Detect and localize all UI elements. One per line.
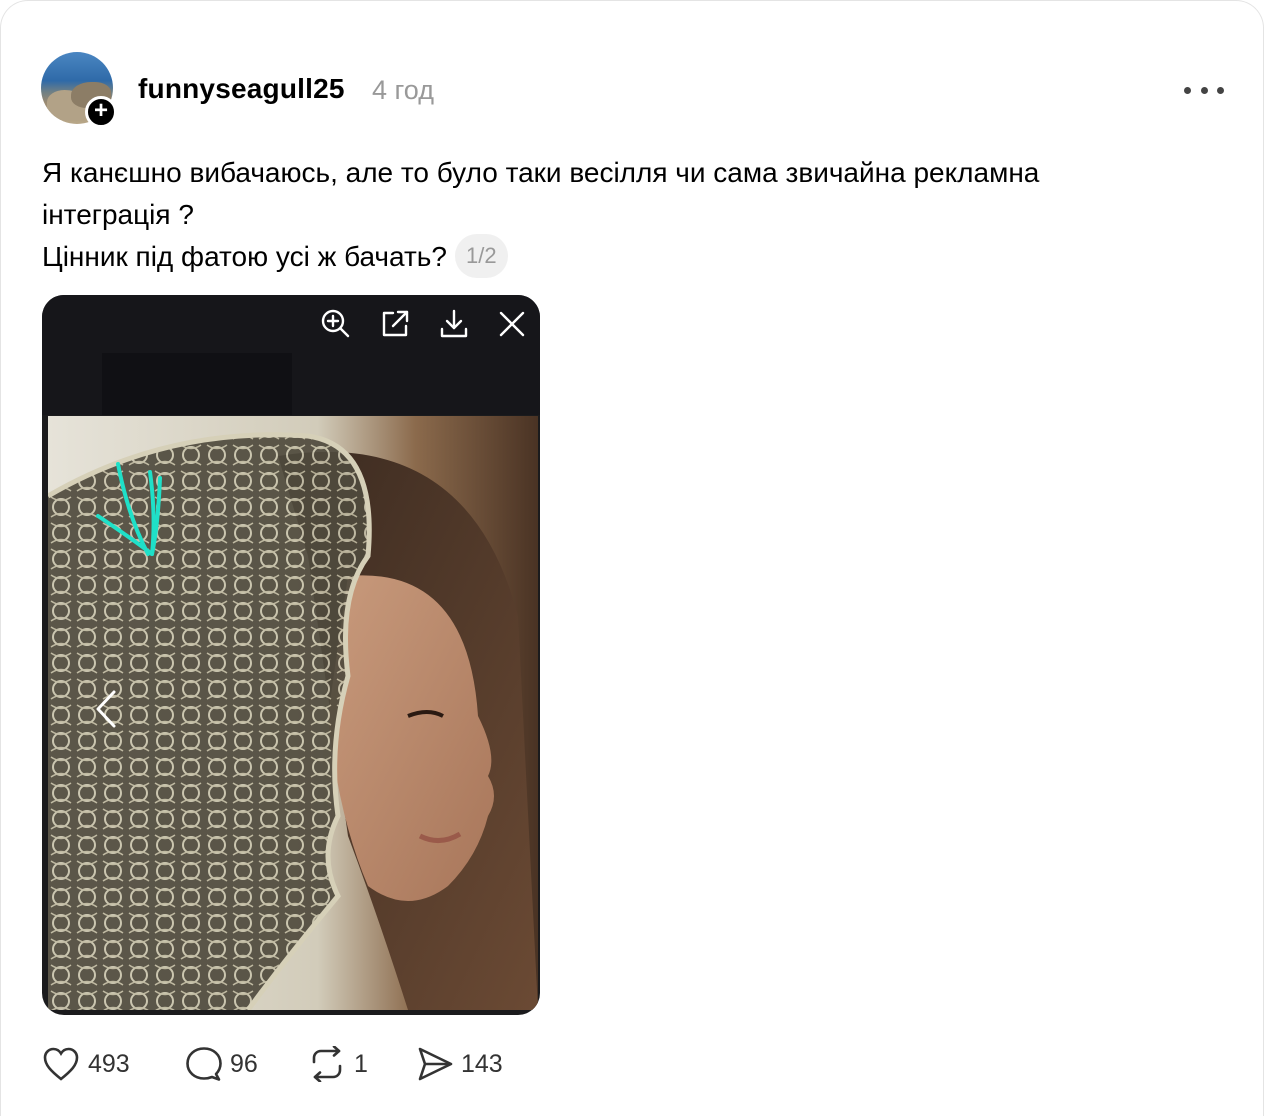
comment-count: 96: [230, 1049, 258, 1078]
repost-icon: [312, 1046, 342, 1082]
chevron-left-icon[interactable]: [94, 689, 118, 729]
zoom-in-icon[interactable]: [319, 307, 353, 341]
repost-button[interactable]: 1: [308, 1045, 368, 1083]
post-text-line: Я канєшно вибачаюсь, але то було таки ве…: [42, 157, 1040, 188]
heart-icon: [43, 1047, 79, 1081]
share-button[interactable]: 143: [417, 1045, 503, 1083]
username[interactable]: funnyseagull25: [138, 73, 345, 105]
open-external-icon[interactable]: [378, 307, 412, 341]
like-count: 493: [88, 1049, 130, 1078]
comment-icon: [186, 1047, 222, 1081]
follow-plus-icon[interactable]: +: [85, 96, 117, 128]
viewer-toolbar-block: [102, 353, 292, 415]
image-counter-badge: 1/2: [454, 233, 508, 278]
send-icon: [418, 1047, 453, 1081]
download-icon[interactable]: [437, 307, 471, 341]
close-icon[interactable]: [495, 307, 529, 341]
avatar[interactable]: +: [41, 52, 117, 128]
post-text: Я канєшно вибачаюсь, але то було таки ве…: [42, 152, 1222, 281]
post-media[interactable]: [42, 295, 540, 1015]
post-text-line: інтеграція ?: [42, 199, 194, 230]
post-time: 4 год: [372, 75, 434, 105]
more-dot-icon: [1217, 86, 1224, 94]
like-button[interactable]: 493: [42, 1045, 130, 1083]
post-text-line: Цінник під фатою усі ж бачать?: [42, 241, 447, 272]
bride-veil-photo[interactable]: [48, 416, 538, 1010]
repost-count: 1: [354, 1049, 368, 1078]
more-dot-icon: [1200, 86, 1208, 94]
comment-button[interactable]: 96: [186, 1045, 258, 1083]
share-count: 143: [461, 1049, 503, 1078]
post-card: + funnyseagull25 4 год Я канєшно вибачаю…: [0, 0, 1264, 1116]
more-dot-icon: [1184, 86, 1191, 94]
more-options-button[interactable]: [1184, 79, 1224, 101]
